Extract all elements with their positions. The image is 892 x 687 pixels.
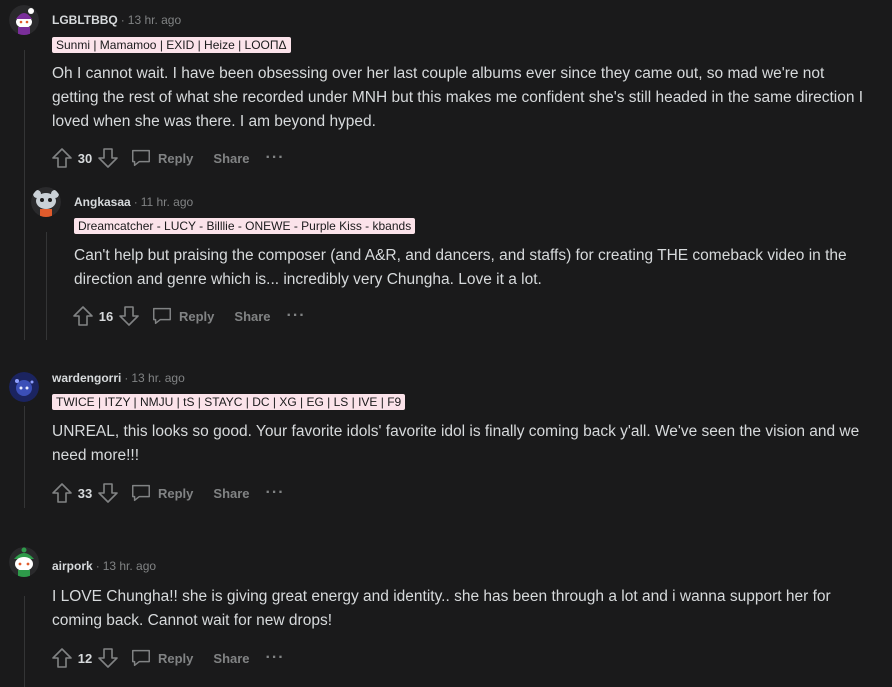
- comment-bubble-icon: [132, 649, 150, 667]
- vote-score: 33: [77, 485, 93, 501]
- snoo-avatar-icon: [31, 187, 61, 217]
- timestamp[interactable]: 11 hr. ago: [141, 195, 194, 209]
- snoo-avatar-icon: [9, 547, 39, 577]
- reply-button[interactable]: Reply: [130, 647, 193, 669]
- separator: ·: [95, 559, 100, 573]
- reply-label: Reply: [158, 485, 194, 501]
- comment-body: Oh I cannot wait. I have been obsessing …: [52, 62, 872, 134]
- separator: ·: [124, 371, 129, 385]
- comment-meta: LGBLTBBQ · 13 hr. ago: [52, 12, 181, 28]
- avatar[interactable]: [9, 372, 39, 402]
- comment-meta: wardengorri · 13 hr. ago: [52, 370, 185, 386]
- comment-bubble-icon: [153, 307, 171, 325]
- vote-score: 30: [77, 150, 93, 166]
- downvote-icon[interactable]: [96, 646, 120, 670]
- comment-meta: Angkasaa · 11 hr. ago: [74, 194, 193, 210]
- more-options-button[interactable]: ···: [266, 149, 285, 167]
- comment-actions: 12 Reply Share ···: [50, 646, 285, 670]
- upvote-icon[interactable]: [50, 146, 74, 170]
- share-button[interactable]: Share: [213, 486, 249, 501]
- snoo-avatar-icon: [9, 372, 39, 402]
- timestamp[interactable]: 13 hr. ago: [103, 559, 156, 573]
- vote-score: 16: [98, 308, 114, 324]
- reply-button[interactable]: Reply: [130, 482, 193, 504]
- reply-label: Reply: [179, 308, 215, 324]
- username[interactable]: Angkasaa: [74, 195, 131, 209]
- user-flair: Dreamcatcher - LUCY - Billlie - ONEWE - …: [74, 218, 416, 234]
- comment-meta: airpork · 13 hr. ago: [52, 558, 156, 574]
- comment-text: I LOVE Chungha!! she is giving great ene…: [52, 588, 831, 629]
- separator: ·: [133, 195, 138, 209]
- downvote-icon[interactable]: [96, 481, 120, 505]
- username[interactable]: wardengorri: [52, 371, 121, 385]
- reply-label: Reply: [158, 150, 194, 166]
- more-options-button[interactable]: ···: [266, 649, 285, 667]
- comment-bubble-icon: [132, 149, 150, 167]
- vote-score: 12: [77, 650, 93, 666]
- username[interactable]: LGBLTBBQ: [52, 13, 118, 27]
- comment-body: I LOVE Chungha!! she is giving great ene…: [52, 585, 872, 633]
- thread-line-3[interactable]: [24, 406, 25, 508]
- snoo-avatar-icon: [9, 5, 39, 35]
- upvote-icon[interactable]: [71, 304, 95, 328]
- user-flair: TWICE | ITZY | NMJU | tS | STAYC | DC | …: [52, 394, 406, 410]
- more-options-button[interactable]: ···: [287, 307, 306, 325]
- user-flair: Sunmi | Mamamoo | EXID | Heize | LOOΠΔ: [52, 37, 291, 53]
- separator: ·: [120, 13, 125, 27]
- reply-button[interactable]: Reply: [151, 305, 214, 327]
- avatar[interactable]: [9, 547, 39, 577]
- comment-body: UNREAL, this looks so good. Your favorit…: [52, 420, 872, 468]
- comment-actions: 33 Reply Share ···: [50, 481, 285, 505]
- thread-line-1[interactable]: [24, 50, 25, 340]
- downvote-icon[interactable]: [96, 146, 120, 170]
- comment-actions: 30 Reply Share ···: [50, 146, 285, 170]
- username[interactable]: airpork: [52, 559, 93, 573]
- avatar[interactable]: [9, 5, 39, 35]
- timestamp[interactable]: 13 hr. ago: [131, 371, 184, 385]
- comment-bubble-icon: [132, 484, 150, 502]
- avatar[interactable]: [31, 187, 61, 217]
- upvote-icon[interactable]: [50, 646, 74, 670]
- reply-button[interactable]: Reply: [130, 147, 193, 169]
- comment-actions: 16 Reply Share ···: [71, 304, 306, 328]
- comment-text: Can't help but praising the composer (an…: [74, 247, 847, 288]
- share-button[interactable]: Share: [234, 309, 270, 324]
- upvote-icon[interactable]: [50, 481, 74, 505]
- thread-line-4[interactable]: [24, 596, 25, 687]
- thread-line-2[interactable]: [46, 232, 47, 340]
- share-button[interactable]: Share: [213, 151, 249, 166]
- comment-body: Can't help but praising the composer (an…: [74, 244, 874, 292]
- reply-label: Reply: [158, 650, 194, 666]
- more-options-button[interactable]: ···: [266, 484, 285, 502]
- comment-text: Oh I cannot wait. I have been obsessing …: [52, 65, 864, 130]
- share-button[interactable]: Share: [213, 651, 249, 666]
- timestamp[interactable]: 13 hr. ago: [128, 13, 181, 27]
- comment-text: UNREAL, this looks so good. Your favorit…: [52, 423, 860, 464]
- downvote-icon[interactable]: [117, 304, 141, 328]
